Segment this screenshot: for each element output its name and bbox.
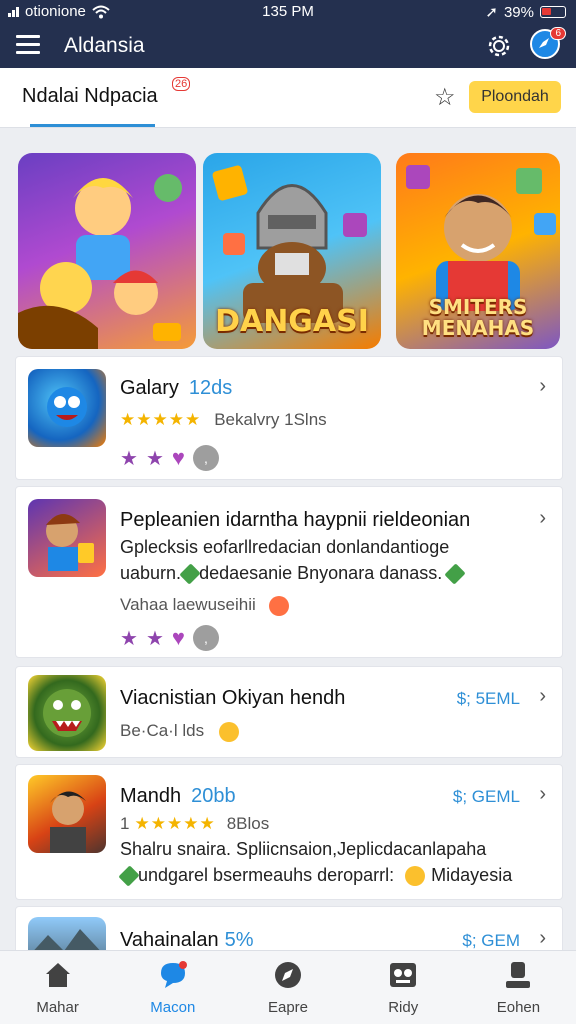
rating-row: ★★★★★ Bekalvry 1Slns: [120, 410, 327, 429]
nav-label: Mahar: [36, 999, 79, 1016]
nav-home[interactable]: Mahar: [0, 951, 115, 1024]
yellow-action-button[interactable]: Ploondah: [469, 81, 561, 113]
nav-games[interactable]: Ridy: [346, 951, 461, 1024]
location-icon: ➚: [485, 4, 498, 21]
battery-icon: [540, 6, 566, 18]
compass-button[interactable]: 6: [530, 27, 566, 61]
featured-banner-1[interactable]: [18, 153, 196, 349]
description-line: undgarel bsermeauhs deroparrl: Midayesia: [118, 865, 512, 887]
description-line: Shalru snaira. Spliicnsaion,Jeplicdacanl…: [120, 839, 487, 859]
menu-icon[interactable]: [16, 35, 40, 55]
emoji-icon: [268, 595, 289, 616]
purple-star-icon: ★: [145, 627, 164, 650]
featured-banner-2[interactable]: DANGASI: [203, 153, 381, 349]
nav-label: Macon: [150, 999, 196, 1016]
nav-label: Eapre: [267, 999, 309, 1016]
nav-chat[interactable]: Macon: [115, 951, 230, 1024]
nav-explore[interactable]: Eapre: [230, 951, 345, 1024]
gem-icon: [118, 865, 140, 887]
heart-icon: ♥: [171, 625, 185, 650]
chevron-right-icon[interactable]: ›: [539, 507, 546, 530]
featured-banner-3[interactable]: SMITERS MENAHAS: [396, 153, 560, 349]
heart-icon: ♥: [171, 445, 185, 470]
comment-icon: ,: [192, 445, 219, 471]
tab-badge: 26: [172, 77, 191, 91]
chevron-right-icon[interactable]: ›: [539, 375, 546, 398]
gem-icon: [444, 563, 466, 585]
star-rating: ★★★★★: [120, 410, 202, 429]
price-label: $; GEML: [452, 787, 520, 806]
chat-icon: [160, 961, 187, 988]
gem-icon: [179, 563, 201, 585]
list-item[interactable]: Mandh 20bb $; GEML › 1 ★★★★★ 8Blos Shalru…: [15, 764, 563, 900]
price-label: $; 5EML: [456, 689, 520, 708]
game-thumbnail: [28, 499, 106, 577]
meta-line: Be·Ca·l lds: [120, 721, 239, 742]
status-bar: otionione 135 PM ➚ 39%: [0, 0, 576, 24]
star-icon[interactable]: ☆: [434, 83, 456, 112]
banner-3-title: SMITERS MENAHAS: [421, 295, 535, 340]
comment-icon: ,: [192, 625, 219, 651]
chevron-right-icon[interactable]: ›: [539, 783, 546, 806]
emoji-icon: [405, 866, 426, 887]
banner-2-title: DANGASI: [215, 304, 369, 339]
purple-star-icon: ★: [145, 447, 164, 470]
battery-percent: 39%: [503, 3, 534, 21]
featured-carousel: DANGASI SMITERS MENAHAS: [0, 128, 576, 356]
chevron-right-icon[interactable]: ›: [539, 927, 546, 950]
star-rating: ★★★★★: [134, 814, 216, 833]
nav-profile[interactable]: Eohen: [461, 951, 576, 1024]
nav-label: Ridy: [388, 999, 419, 1016]
game-title: Pepleanien idarntha haypnii rieldeonian: [120, 509, 471, 531]
purple-star-icon: ★: [120, 627, 138, 650]
app-bar: Aldansia 6: [0, 24, 576, 68]
app-title: Aldansia: [64, 34, 145, 57]
list-item[interactable]: Pepleanien idarntha haypnii rieldeonian …: [15, 486, 563, 658]
game-title: Viacnistian Okiyan hendh: [120, 687, 346, 709]
tab-active[interactable]: Ndalai Ndpacia: [22, 85, 158, 108]
rating-row: 1 ★★★★★ 8Blos: [120, 814, 270, 833]
game-thumbnail: [28, 775, 106, 853]
gear-icon[interactable]: [484, 31, 514, 61]
game-thumbnail: [28, 675, 106, 751]
home-icon: [45, 963, 70, 987]
chevron-right-icon[interactable]: ›: [539, 685, 546, 708]
banner-art: [18, 174, 182, 349]
game-title: Mandh 20bb: [120, 785, 236, 807]
profile-icon: [506, 962, 531, 988]
emoji-icon: [218, 721, 239, 742]
list-item[interactable]: Viacnistian Okiyan hendh $; 5EML › Be·Ca…: [15, 666, 563, 758]
notification-badge: 6: [550, 27, 566, 40]
meta-line: Vahaa laewuseihii: [120, 595, 289, 616]
gamepad-icon: [390, 963, 417, 987]
purple-star-icon: ★: [120, 447, 138, 470]
description-line: Gplecksis eofarllredacian donlandantioge: [120, 537, 450, 557]
badge-row: ★ ★ ♥ ,: [120, 625, 219, 651]
explore-icon: [275, 962, 301, 988]
tab-underline: [30, 124, 155, 127]
game-title: Galary 12ds: [120, 377, 233, 399]
badge-row: ★ ★ ♥ ,: [120, 445, 219, 471]
game-title: Vahainalan 5%: [120, 929, 254, 951]
game-thumbnail: [28, 369, 106, 447]
description-line: uaburn. dedaesanie Bnyonara danass.: [120, 563, 466, 585]
bottom-nav: Mahar Macon Eapre Ridy Eohen: [0, 950, 576, 1024]
price-label: $; GEM: [462, 931, 520, 950]
nav-label: Eohen: [496, 999, 541, 1016]
list-item[interactable]: Galary 12ds › ★★★★★ Bekalvry 1Slns ★ ★ ♥ …: [15, 356, 563, 480]
tab-bar: Ndalai Ndpacia 26 ☆ Ploondah: [0, 68, 576, 128]
